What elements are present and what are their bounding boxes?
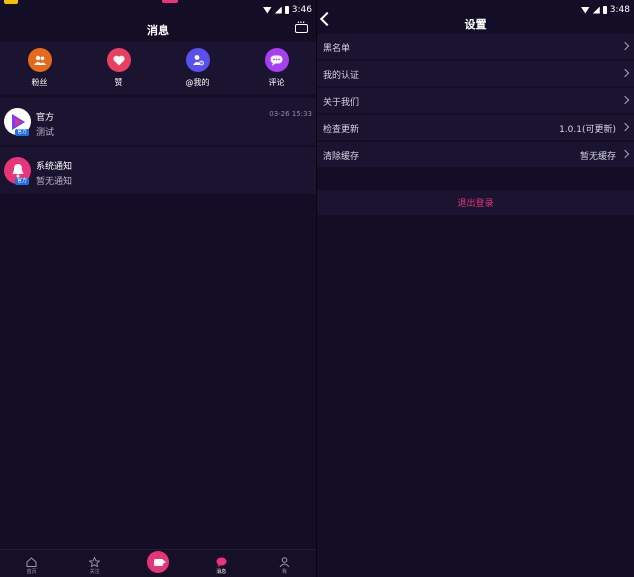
settings-row-label: 我的认证 — [323, 71, 360, 81]
settings-row-label: 黑名单 — [323, 44, 351, 54]
logout-button[interactable]: 退出登录 — [317, 190, 634, 215]
chevron-right-icon — [620, 95, 630, 105]
battery-icon — [602, 6, 607, 14]
tab-label: 我 — [281, 569, 287, 575]
cell-signal-icon — [592, 6, 600, 14]
conversation-preview: 测试 — [36, 128, 55, 138]
wifi-icon — [262, 6, 272, 14]
page-title: 消息 — [147, 24, 169, 37]
quick-action-label: 粉丝 — [31, 78, 48, 87]
battery-icon — [284, 6, 289, 14]
profile-icon — [279, 557, 290, 567]
tab-record[interactable] — [126, 550, 189, 577]
bottom-tab-bar: 首页 关注 消息 我 — [0, 549, 316, 577]
camera-icon — [147, 551, 169, 573]
settings-list: 黑名单 我的认证 关于我们 检查更新 1.0.1(可更新) 清除缓存 暂无缓存 — [317, 34, 634, 169]
conversation-official[interactable]: 官方 官方 测试 03-26 15:33 — [0, 98, 316, 145]
settings-row-label: 检查更新 — [323, 125, 360, 135]
settings-row-value: 暂无缓存 — [579, 152, 616, 162]
tab-label: 消息 — [216, 569, 227, 575]
quick-action-fans[interactable]: 粉丝 — [0, 42, 79, 94]
quick-action-likes[interactable]: 赞 — [79, 42, 158, 94]
chat-bubble-icon[interactable] — [295, 20, 308, 33]
conversation-list: 官方 官方 测试 03-26 15:33 官方 系统通知 暂无通知 — [0, 98, 316, 196]
quick-actions: 粉丝 赞 @我的 评论 — [0, 42, 316, 94]
settings-row-label: 关于我们 — [323, 98, 360, 108]
tab-label: 关注 — [89, 569, 100, 575]
conversation-name: 官方 — [36, 113, 55, 123]
tab-home[interactable]: 首页 — [0, 550, 63, 577]
chevron-right-icon — [620, 68, 630, 78]
settings-row-about[interactable]: 关于我们 — [317, 88, 634, 114]
conversation-name: 系统通知 — [36, 162, 73, 172]
tab-follow[interactable]: 关注 — [63, 550, 126, 577]
chevron-right-icon — [620, 41, 630, 51]
status-time: 3:48 — [609, 5, 630, 15]
star-icon — [89, 557, 101, 567]
heart-icon — [106, 48, 131, 72]
wifi-icon — [580, 6, 590, 14]
messages-screen: 3:46 消息 粉丝 赞 @我的 评论 — [0, 0, 316, 577]
message-icon — [216, 557, 227, 567]
tab-label: 首页 — [26, 569, 37, 575]
settings-row-clear-cache[interactable]: 清除缓存 暂无缓存 — [317, 142, 634, 168]
conversation-system[interactable]: 官方 系统通知 暂无通知 — [0, 147, 316, 194]
settings-row-verification[interactable]: 我的认证 — [317, 61, 634, 87]
home-icon — [26, 557, 37, 567]
quick-action-label: 赞 — [114, 78, 123, 87]
page-title: 设置 — [464, 18, 487, 31]
settings-row-value: 1.0.1(可更新) — [559, 125, 616, 135]
settings-screen: 3:48 设置 黑名单 我的认证 关于我们 检查更新 1.0.1(可更新) 清除… — [317, 0, 634, 577]
quick-action-label: 评论 — [268, 78, 285, 87]
chevron-right-icon — [620, 149, 630, 159]
settings-row-blacklist[interactable]: 黑名单 — [317, 34, 634, 60]
bell-icon — [12, 164, 23, 178]
tab-messages[interactable]: 消息 — [190, 550, 253, 577]
quick-action-mentions[interactable]: @我的 — [158, 42, 237, 94]
tab-profile[interactable]: 我 — [253, 550, 316, 577]
notification-indicator-pink — [162, 0, 178, 3]
mention-icon — [185, 48, 210, 72]
status-bar: 3:46 — [262, 0, 316, 20]
status-time: 3:46 — [291, 5, 312, 15]
settings-row-label: 清除缓存 — [323, 152, 360, 162]
notification-indicator-yellow — [4, 0, 18, 4]
settings-row-check-update[interactable]: 检查更新 1.0.1(可更新) — [317, 115, 634, 141]
official-badge: 官方 — [15, 129, 30, 136]
cell-signal-icon — [274, 6, 282, 14]
fans-icon — [27, 48, 52, 72]
conversation-time: 03-26 15:33 — [269, 110, 312, 118]
chevron-right-icon — [620, 122, 630, 132]
official-badge: 官方 — [15, 178, 30, 185]
conversation-preview: 暂无通知 — [36, 177, 73, 187]
comment-icon — [264, 48, 289, 72]
quick-action-comments[interactable]: 评论 — [237, 42, 316, 94]
quick-action-label: @我的 — [185, 78, 210, 87]
